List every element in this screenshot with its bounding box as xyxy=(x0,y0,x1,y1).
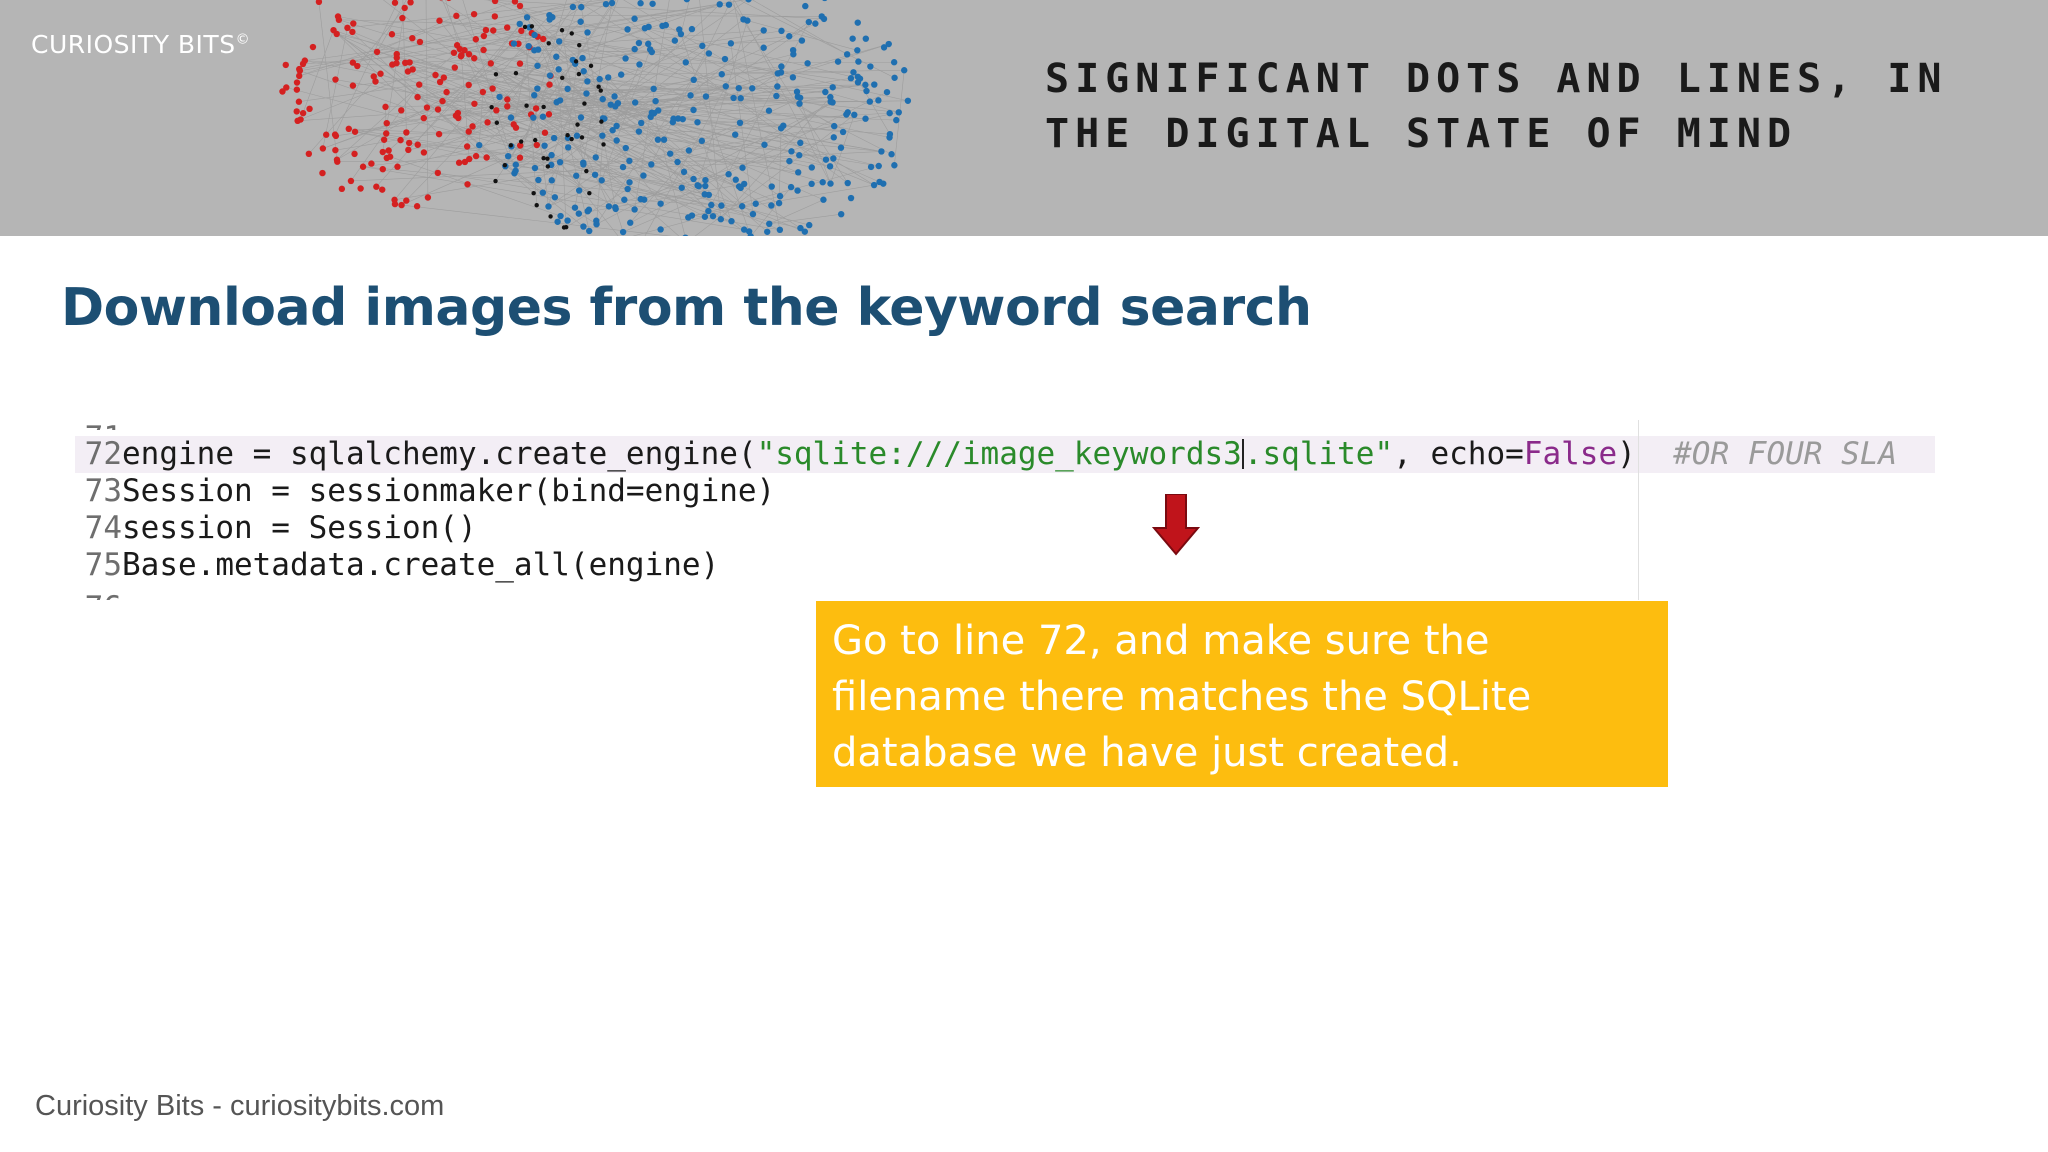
down-arrow-icon xyxy=(1152,494,1200,556)
code-line-74: 74session = Session() xyxy=(75,510,1935,547)
code-line-75: 75Base.metadata.create_all(engine) xyxy=(75,547,1935,584)
code-screenshot: 71 72engine = sqlalchemy.create_engine("… xyxy=(75,420,1935,600)
brand-logo: CURIOSITY BITS© xyxy=(31,30,251,59)
header-banner: CURIOSITY BITS© SIGNIFICANT DOTS AND LIN… xyxy=(0,0,2048,236)
code-comment: #OR FOUR SLA xyxy=(1673,436,1898,472)
tagline-line-2: THE DIGITAL STATE OF MIND xyxy=(1045,111,1798,157)
code-line-73: 73Session = sessionmaker(bind=engine) xyxy=(75,473,1935,510)
slide-title: Download images from the keyword search xyxy=(61,278,1312,338)
partial-line-top: 71 xyxy=(75,420,122,430)
line-number: 74 xyxy=(84,510,122,546)
network-graph-image xyxy=(279,0,912,236)
editor-margin-line xyxy=(1638,420,1639,600)
tagline-line-1: SIGNIFICANT DOTS AND LINES, IN xyxy=(1045,56,1948,102)
line-number: 73 xyxy=(84,473,122,509)
line-number: 72 xyxy=(84,436,122,472)
footer-credit: Curiosity Bits - curiositybits.com xyxy=(35,1090,445,1122)
partial-line-bottom: 76 xyxy=(75,590,122,600)
instruction-callout: Go to line 72, and make sure the filenam… xyxy=(816,601,1668,787)
banner-tagline: SIGNIFICANT DOTS AND LINES, IN THE DIGITA… xyxy=(1045,52,1947,162)
line-number: 75 xyxy=(84,547,122,583)
code-line-72: 72engine = sqlalchemy.create_engine("sql… xyxy=(75,436,1935,473)
